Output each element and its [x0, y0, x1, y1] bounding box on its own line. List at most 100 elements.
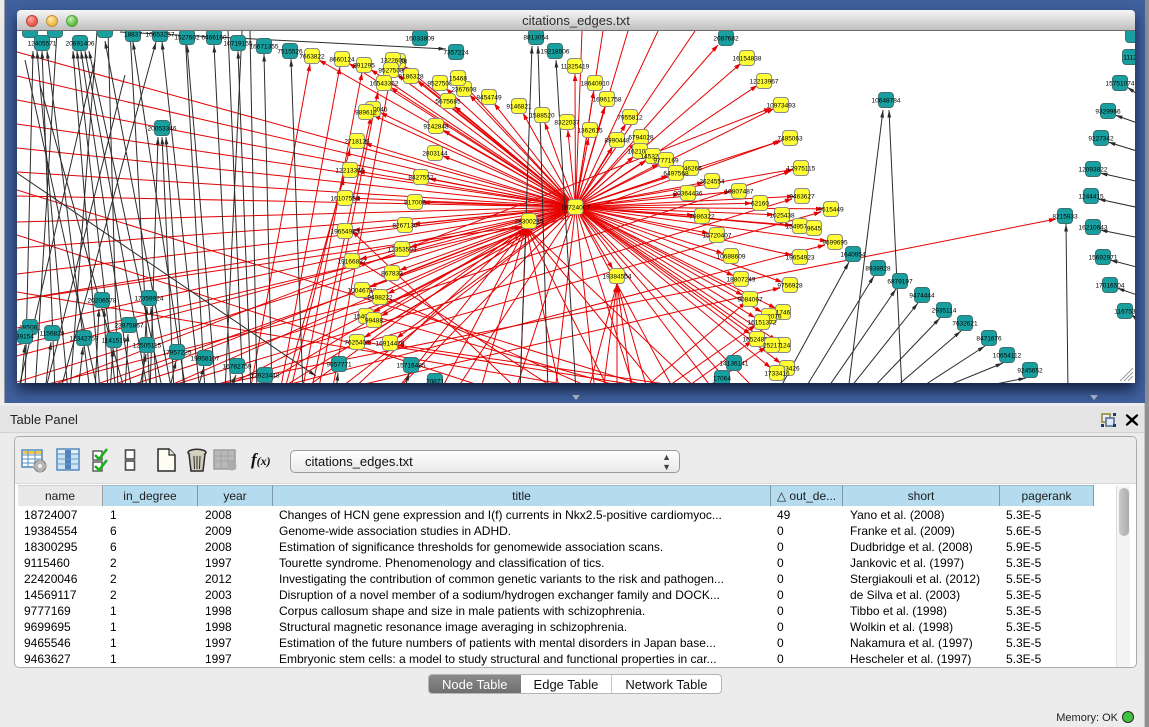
svg-text:116753: 116753 — [1114, 309, 1135, 316]
svg-text:8215933: 8215933 — [1052, 214, 1078, 221]
svg-text:7632621: 7632621 — [952, 321, 978, 328]
svg-text:16151372: 16151372 — [748, 320, 777, 327]
svg-text:14136141: 14136141 — [720, 361, 749, 368]
svg-text:2803144: 2803144 — [422, 151, 448, 158]
svg-text:10807487: 10807487 — [725, 189, 754, 196]
svg-text:1362615: 1362615 — [577, 128, 603, 135]
svg-text:8471676: 8471676 — [976, 336, 1002, 343]
svg-text:9245652: 9245652 — [1017, 368, 1043, 375]
svg-text:9699695: 9699695 — [822, 240, 848, 247]
svg-text:1025438: 1025438 — [769, 213, 795, 220]
svg-text:20364436: 20364436 — [674, 191, 703, 198]
svg-text:9777169: 9777169 — [653, 158, 679, 165]
svg-text:16543362: 16543362 — [370, 81, 399, 88]
svg-text:8813054: 8813054 — [523, 35, 549, 42]
svg-text:20871: 20871 — [426, 379, 444, 384]
svg-text:1527602: 1527602 — [174, 35, 200, 42]
svg-text:7955812: 7955812 — [617, 115, 643, 122]
svg-text:62160: 62160 — [751, 201, 769, 208]
svg-text:1112: 1112 — [1123, 55, 1135, 62]
svg-text:20053346: 20053346 — [148, 126, 177, 133]
svg-text:9527508: 9527508 — [378, 68, 404, 75]
svg-text:5675685: 5675685 — [435, 99, 461, 106]
svg-text:19654923: 19654923 — [786, 255, 815, 262]
svg-text:7986322: 7986322 — [689, 214, 715, 221]
svg-text:11325419: 11325419 — [561, 64, 590, 71]
svg-text:18640910: 18640910 — [581, 81, 610, 88]
svg-text:8660124: 8660124 — [329, 57, 355, 64]
svg-text:1733416: 1733416 — [764, 371, 790, 378]
svg-text:10719155: 10719155 — [224, 41, 253, 48]
svg-text:19218506: 19218506 — [541, 49, 570, 56]
svg-text:16914479: 16914479 — [376, 341, 405, 348]
svg-text:1588520: 1588520 — [529, 113, 555, 120]
svg-text:19654983: 19654983 — [331, 229, 360, 236]
svg-text:16961758: 16961758 — [593, 97, 622, 104]
svg-text:7357224: 7357224 — [443, 50, 469, 57]
svg-text:8427552: 8427552 — [408, 175, 434, 182]
svg-text:25217: 25217 — [763, 343, 781, 350]
svg-text:99488: 99488 — [365, 318, 383, 325]
svg-text:15751074: 15751074 — [1106, 81, 1135, 88]
svg-text:9146821: 9146821 — [506, 104, 532, 111]
svg-text:10688609: 10688609 — [717, 254, 746, 261]
svg-text:8938928: 8938928 — [865, 266, 891, 273]
svg-text:10653257: 10653257 — [146, 32, 175, 39]
svg-text:15716485: 15716485 — [397, 363, 426, 370]
svg-text:10654112: 10654112 — [993, 353, 1022, 360]
svg-text:867833: 867833 — [381, 271, 403, 278]
svg-text:7663822: 7663822 — [299, 54, 325, 61]
svg-text:17359924: 17359924 — [135, 296, 164, 303]
svg-text:9645: 9645 — [807, 226, 822, 233]
svg-text:9227342: 9227342 — [1088, 136, 1114, 143]
svg-text:989612: 989612 — [355, 110, 377, 117]
svg-text:12213967: 12213967 — [750, 79, 779, 86]
svg-text:39154: 39154 — [17, 334, 34, 341]
svg-text:1156829: 1156829 — [40, 331, 65, 338]
svg-text:20691406: 20691406 — [66, 41, 95, 48]
svg-text:9329966: 9329966 — [1095, 109, 1121, 116]
svg-text:9498222: 9498222 — [367, 295, 393, 302]
svg-text:9463627: 9463627 — [789, 194, 815, 201]
svg-text:7485063: 7485063 — [777, 136, 803, 143]
svg-text:16154838: 16154838 — [733, 56, 762, 63]
svg-text:10973493: 10973493 — [767, 103, 796, 110]
svg-text:15720407: 15720407 — [703, 233, 732, 240]
svg-text:1141519: 1141519 — [102, 338, 127, 345]
svg-text:2367608: 2367608 — [451, 87, 477, 94]
svg-text:1640954: 1640954 — [840, 252, 866, 259]
svg-text:16671355: 16671355 — [250, 44, 279, 51]
svg-text:12405571: 12405571 — [28, 41, 57, 48]
svg-text:12213369: 12213369 — [336, 168, 365, 175]
svg-text:8186328: 8186328 — [398, 74, 424, 81]
svg-text:15692971: 15692971 — [1089, 255, 1118, 262]
svg-text:12975115: 12975115 — [787, 166, 816, 173]
svg-text:6794028: 6794028 — [628, 135, 654, 142]
svg-text:20206578: 20206578 — [88, 298, 117, 305]
svg-text:12923448: 12923448 — [251, 373, 280, 380]
svg-text:16107553: 16107553 — [331, 196, 360, 203]
svg-text:2718126: 2718126 — [344, 139, 370, 146]
svg-text:8322037: 8322037 — [554, 120, 580, 127]
svg-text:3624554: 3624554 — [699, 179, 725, 186]
svg-text:16782759: 16782759 — [223, 364, 252, 371]
svg-text:9756928: 9756928 — [777, 283, 803, 290]
svg-text:17957225: 17957225 — [163, 350, 192, 357]
svg-text:17016504: 17016504 — [1096, 283, 1125, 290]
svg-text:19958107: 19958107 — [191, 356, 220, 363]
svg-text:8267130: 8267130 — [392, 223, 418, 230]
svg-text:12342757: 12342757 — [70, 336, 99, 343]
svg-text:23975867: 23975867 — [115, 323, 144, 330]
svg-text:18837: 18837 — [124, 32, 142, 39]
svg-text:2935114: 2935114 — [932, 308, 957, 315]
svg-text:8990448: 8990448 — [604, 138, 630, 145]
svg-text:817006: 817006 — [404, 200, 426, 207]
svg-text:16210643: 16210643 — [1079, 225, 1108, 232]
svg-text:17064: 17064 — [713, 376, 731, 383]
svg-text:19166827: 19166827 — [338, 259, 367, 266]
svg-text:9242848: 9242848 — [423, 124, 449, 131]
svg-text:9657771: 9657771 — [326, 362, 352, 369]
svg-text:16033809: 16033809 — [406, 36, 435, 43]
svg-text:2087682: 2087682 — [713, 36, 739, 43]
svg-text:9084067: 9084067 — [737, 297, 763, 304]
